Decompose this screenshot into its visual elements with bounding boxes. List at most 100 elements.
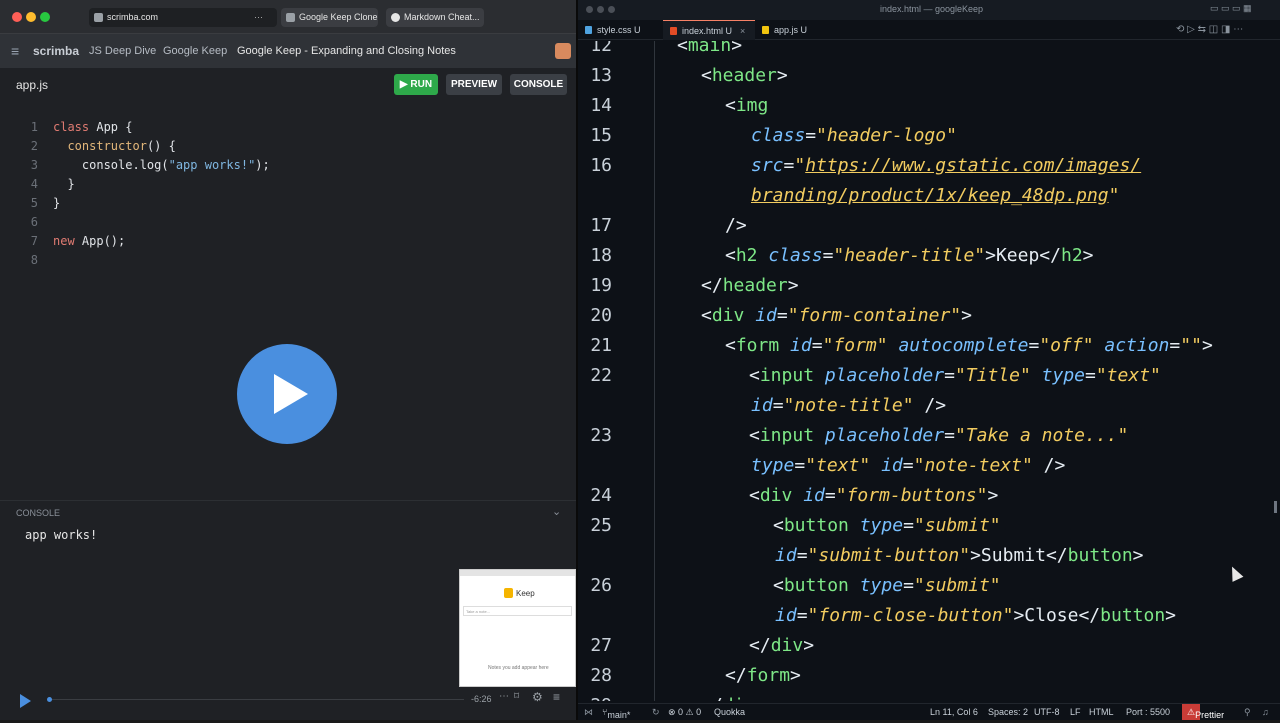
vscode-titlebar: index.html — googleKeep ▭ ▭ ▭ ▦: [578, 0, 1280, 20]
tab-google-keep-clone[interactable]: Google Keep Clone: [281, 8, 378, 27]
thumb-empty-text: Notes you add appear here: [488, 665, 549, 671]
scrimba-logo-icon[interactable]: ≡: [11, 43, 19, 59]
video-player-bar: -6:26 ⋯ ⌑ ⚙ ≡: [0, 688, 576, 720]
code-line: constructor() {: [67, 139, 176, 153]
address-bar[interactable]: scrimba.com ⋯: [89, 8, 277, 27]
code-line: <button type="submit": [773, 575, 1001, 596]
preview-thumbnail[interactable]: Keep Take a note... Notes you add appear…: [459, 569, 576, 687]
bookmark-icon[interactable]: ⌑: [514, 691, 519, 702]
line-number: 16: [590, 155, 612, 176]
breadcrumb-js-deep-dive[interactable]: JS Deep Dive: [89, 45, 156, 57]
quokka-indicator[interactable]: Quokka: [714, 707, 745, 717]
code-line: type="text" id="note-text" />: [751, 455, 1066, 476]
line-number: 29: [578, 695, 612, 701]
problems-indicator[interactable]: ⊗ 0 ⚠ 0: [668, 707, 701, 718]
line-number: 23: [590, 425, 612, 446]
layout-icons[interactable]: ▭ ▭ ▭ ▦: [1210, 3, 1252, 14]
line-number: 28: [590, 665, 612, 686]
sync-icon[interactable]: ↻: [652, 707, 660, 718]
line-number: 4: [30, 177, 38, 191]
cursor-position[interactable]: Ln 11, Col 6: [930, 707, 978, 717]
code-line: <input placeholder="Title" type="text": [749, 365, 1161, 386]
code-line: class="header-logo": [751, 125, 957, 146]
code-line: id="form-close-button">Close</button>: [775, 605, 1177, 626]
chevron-down-icon[interactable]: ⌄: [552, 505, 561, 518]
code-editor-area[interactable]: 12 13 14 15 16 17 18 19 20 21 22 23 24 2…: [578, 41, 1280, 701]
minimize-window-button[interactable]: [597, 6, 604, 13]
run-button[interactable]: ▶ RUN: [394, 74, 438, 95]
code-line: }: [53, 196, 61, 210]
close-window-button[interactable]: [12, 12, 22, 22]
site-icon: [94, 13, 103, 22]
close-tab-icon[interactable]: ×: [740, 21, 745, 41]
menu-icon[interactable]: ≡: [553, 690, 560, 704]
progress-handle[interactable]: [47, 697, 52, 702]
eol-setting[interactable]: LF: [1070, 707, 1081, 717]
line-number: 27: [590, 635, 612, 656]
tab-label: Google Keep Clone: [299, 12, 378, 22]
code-line: src="https://www.gstatic.com/images/: [751, 155, 1142, 176]
maximize-window-button[interactable]: [40, 12, 50, 22]
brand-name[interactable]: scrimba: [33, 44, 79, 58]
tab-index-html[interactable]: index.html U ×: [663, 20, 755, 40]
feedback-icon[interactable]: ⚲: [1244, 707, 1251, 718]
line-number: 6: [30, 215, 38, 229]
settings-gear-icon[interactable]: ⚙: [532, 690, 543, 704]
line-number: 26: [590, 575, 612, 596]
code-line: id="submit-button">Submit</button>: [775, 545, 1144, 566]
vscode-window: index.html — googleKeep ▭ ▭ ▭ ▦ style.cs…: [578, 0, 1280, 720]
preview-button[interactable]: PREVIEW: [446, 74, 502, 95]
tab-app-js[interactable]: app.js U: [755, 20, 825, 40]
breadcrumb-google-keep[interactable]: Google Keep: [163, 45, 227, 57]
play-video-button[interactable]: [237, 344, 337, 444]
line-number: 5: [30, 196, 38, 210]
indent-setting[interactable]: Spaces: 2: [988, 707, 1028, 717]
breadcrumb-current: Google Keep - Expanding and Closing Note…: [237, 45, 456, 57]
more-options-icon[interactable]: ⋯: [499, 691, 509, 702]
live-server-port[interactable]: Port : 5500: [1126, 707, 1170, 717]
code-line: new App();: [53, 234, 126, 248]
line-number: 3: [30, 158, 38, 172]
branch-indicator[interactable]: ⑂ main*: [602, 707, 630, 720]
run-label: RUN: [410, 79, 433, 90]
code-line: </header>: [701, 275, 799, 296]
time-remaining: -6:26: [471, 694, 492, 704]
line-number: 2: [30, 139, 38, 153]
editor-tabs: style.css U index.html U × app.js U ⟲ ▷ ⇆…: [578, 20, 1280, 40]
editor-action-icons[interactable]: ⟲ ▷ ⇆ ◫ ◨ ⋯: [1176, 24, 1243, 35]
prettier-label: Prettier: [1195, 710, 1225, 720]
minimize-window-button[interactable]: [26, 12, 36, 22]
language-mode[interactable]: HTML: [1089, 707, 1114, 717]
tab-label: Markdown Cheat...: [404, 12, 480, 22]
code-line: <img: [725, 95, 769, 116]
notifications-bell-icon[interactable]: ♫: [1262, 707, 1269, 717]
tab-style-css[interactable]: style.css U: [578, 20, 663, 40]
code-line: <div id="form-buttons">: [749, 485, 999, 506]
line-number: 14: [590, 95, 612, 116]
close-window-button[interactable]: [586, 6, 593, 13]
tab-markdown-cheat[interactable]: Markdown Cheat...: [386, 8, 484, 27]
status-bar: ⋈ ⑂ main* ↻ ⊗ 0 ⚠ 0 Quokka Ln 11, Col 6 …: [578, 703, 1280, 720]
avatar[interactable]: [555, 43, 571, 59]
line-number: 20: [590, 305, 612, 326]
progress-track[interactable]: [49, 699, 464, 700]
maximize-window-button[interactable]: [608, 6, 615, 13]
github-icon: [391, 13, 400, 22]
line-number: 7: [30, 234, 38, 248]
encoding-setting[interactable]: UTF-8: [1034, 707, 1060, 717]
remote-icon[interactable]: ⋈: [584, 707, 593, 718]
console-output: app works!: [25, 528, 98, 542]
play-icon[interactable]: [20, 694, 31, 708]
branch-name: main*: [607, 710, 631, 720]
more-icon[interactable]: ⋯: [254, 8, 263, 27]
prettier-status[interactable]: ⚠ Prettier: [1182, 704, 1224, 720]
code-line: branding/product/1x/keep_48dp.png": [751, 185, 1120, 206]
tab-label: index.html U: [682, 26, 733, 36]
thumb-titlebar: [460, 570, 575, 576]
scrollbar-thumb[interactable]: [1274, 501, 1277, 513]
console-button[interactable]: CONSOLE: [510, 74, 567, 95]
js-file-icon: [762, 26, 769, 34]
code-line: <button type="submit": [773, 515, 1001, 536]
code-line: </form>: [725, 665, 801, 686]
file-name[interactable]: app.js: [16, 78, 48, 92]
